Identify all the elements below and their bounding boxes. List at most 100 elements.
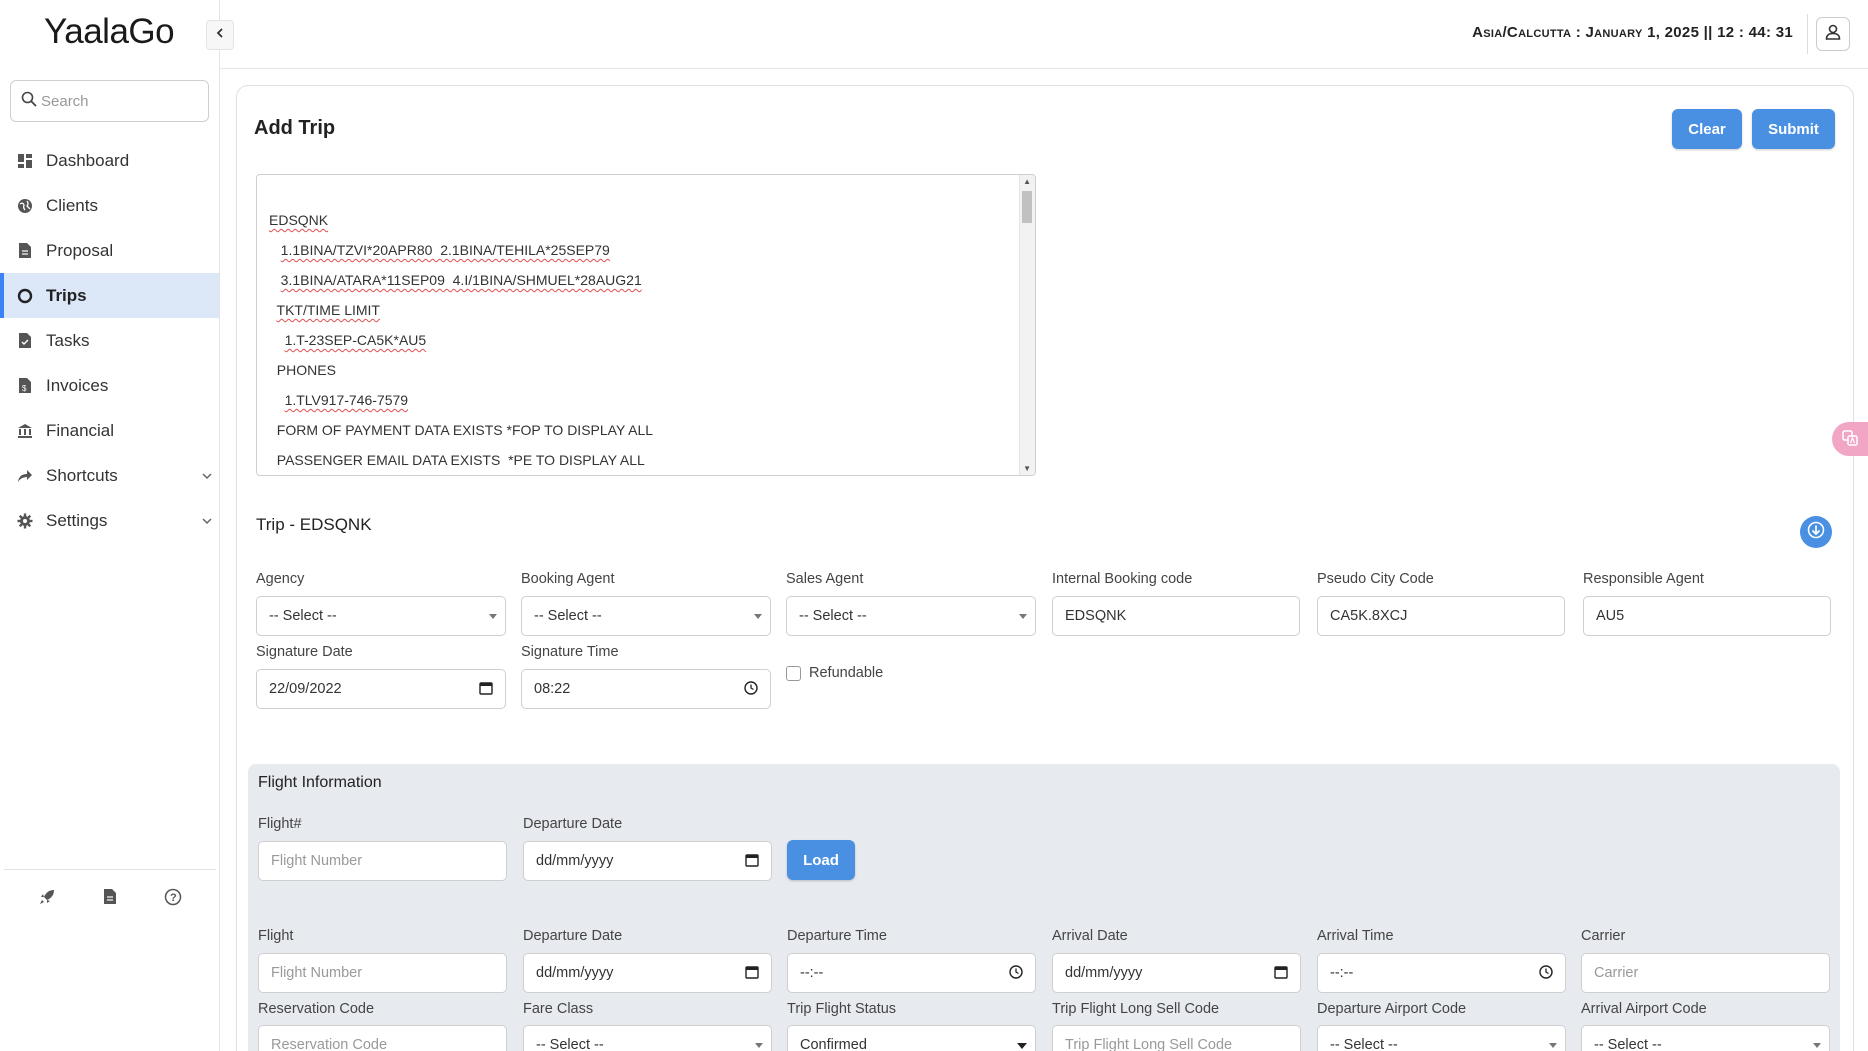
departure-time-input[interactable]: --:--: [787, 953, 1036, 993]
departure-date-label: Departure Date: [523, 928, 623, 944]
booking-agent-label: Booking Agent: [521, 571, 615, 587]
globe-icon: [16, 197, 34, 215]
pnr-line: FORM OF PAYMENT DATA EXISTS *FOP TO DISP…: [276, 422, 654, 438]
flight-label: Flight: [258, 928, 294, 944]
sidebar-item-proposal[interactable]: Proposal: [0, 228, 219, 273]
sidebar-item-label: Financial: [46, 420, 115, 440]
caret-down-icon: [1017, 1043, 1027, 1049]
sidebar-item-clients[interactable]: Clients: [0, 183, 219, 228]
trip-flight-status-select[interactable]: Confirmed: [787, 1025, 1036, 1051]
responsible-agent-field[interactable]: AU5: [1583, 596, 1831, 636]
scroll-down-icon[interactable]: ▼: [1023, 464, 1031, 473]
departure-date-input[interactable]: dd/mm/yyyy: [523, 953, 772, 993]
clock-icon[interactable]: [744, 681, 758, 699]
calendar-icon[interactable]: [745, 965, 759, 983]
app-logo[interactable]: YaalaGo: [44, 12, 175, 52]
pnr-line: PHONES: [276, 362, 336, 378]
sidebar-item-shortcuts[interactable]: Shortcuts: [0, 453, 219, 498]
pnr-textarea[interactable]: EDSQNK 1.1BINA/TZVI*20APR80 2.1BINA/TEHI…: [256, 174, 1036, 476]
clock-icon[interactable]: [1539, 965, 1553, 983]
arrival-time-label: Arrival Time: [1317, 928, 1394, 944]
pnr-line: TKT/TIME LIMIT: [276, 302, 380, 318]
load-flight-button[interactable]: Load: [787, 840, 855, 880]
date-placeholder: dd/mm/yyyy: [536, 853, 614, 869]
svg-text:?: ?: [170, 892, 177, 904]
expand-trip-button[interactable]: [1800, 516, 1832, 548]
bank-icon: [16, 422, 34, 440]
flight-number-input[interactable]: Flight Number: [258, 953, 507, 993]
sidebar-item-trips[interactable]: Trips: [0, 273, 219, 318]
caret-down-icon: [755, 1043, 763, 1048]
sidebar-item-invoices[interactable]: $ Invoices: [0, 363, 219, 408]
sidebar-item-tasks[interactable]: Tasks: [0, 318, 219, 363]
pnr-line: 1.1BINA/TZVI*20APR80 2.1BINA/TEHILA*25SE…: [280, 242, 610, 258]
sidebar-item-label: Tasks: [46, 330, 90, 350]
calendar-icon[interactable]: [479, 681, 493, 699]
sidebar-item-label: Settings: [46, 510, 108, 530]
sidebar-item-label: Dashboard: [46, 150, 130, 170]
caret-down-icon: [1549, 1043, 1557, 1048]
date-placeholder: dd/mm/yyyy: [1065, 965, 1143, 981]
clock-icon[interactable]: [1009, 965, 1023, 983]
scroll-thumb[interactable]: [1022, 191, 1032, 223]
sidebar-item-dashboard[interactable]: Dashboard: [0, 138, 219, 183]
divider: [1807, 14, 1808, 54]
internal-booking-code-label: Internal Booking code: [1052, 571, 1193, 587]
calendar-icon[interactable]: [1274, 965, 1288, 983]
pnr-line: 1.T-23SEP-CA5K*AU5: [284, 332, 427, 348]
agency-value: -- Select --: [269, 608, 337, 624]
time-placeholder: --:--: [1330, 965, 1354, 981]
long-sell-code-input[interactable]: Trip Flight Long Sell Code: [1052, 1025, 1301, 1051]
fare-class-value: -- Select --: [536, 1037, 604, 1051]
collapse-sidebar-button[interactable]: [206, 20, 234, 50]
sidebar-item-label: Proposal: [46, 240, 114, 260]
textarea-scrollbar[interactable]: ▲ ▼: [1019, 175, 1035, 475]
carrier-input[interactable]: Carrier: [1581, 953, 1830, 993]
rocket-icon[interactable]: [38, 888, 56, 911]
page-title: Add Trip: [254, 117, 336, 139]
flight-number-lookup-input[interactable]: Flight Number: [258, 841, 507, 881]
signature-time-field[interactable]: 08:22: [521, 669, 771, 709]
departure-airport-code-select[interactable]: -- Select --: [1317, 1025, 1566, 1051]
signature-date-field[interactable]: 22/09/2022: [256, 669, 506, 709]
responsible-agent-label: Responsible Agent: [1583, 571, 1704, 587]
arrival-time-input[interactable]: --:--: [1317, 953, 1566, 993]
user-menu-button[interactable]: [1816, 17, 1850, 51]
pnr-line: PASSENGER EMAIL DATA EXISTS *PE TO DISPL…: [276, 452, 645, 468]
sidebar-item-label: Trips: [46, 285, 87, 305]
date-placeholder: dd/mm/yyyy: [536, 965, 614, 981]
file-icon[interactable]: [103, 888, 117, 911]
svg-text:$: $: [22, 384, 27, 393]
search-input[interactable]: [41, 92, 191, 110]
fare-class-label: Fare Class: [523, 1001, 594, 1017]
sidebar-item-financial[interactable]: Financial: [0, 408, 219, 453]
share-icon: [16, 467, 34, 485]
sales-agent-select[interactable]: -- Select --: [786, 596, 1036, 636]
reservation-code-input[interactable]: Reservation Code: [258, 1025, 507, 1051]
calendar-icon[interactable]: [745, 853, 759, 871]
lookup-departure-date-input[interactable]: dd/mm/yyyy: [523, 841, 772, 881]
fare-class-select[interactable]: -- Select --: [523, 1025, 772, 1051]
chevron-down-icon: [201, 467, 213, 487]
caret-down-icon: [1019, 614, 1027, 619]
help-icon[interactable]: ?: [164, 888, 182, 911]
sidebar-item-label: Shortcuts: [46, 465, 118, 485]
arrival-airport-value: -- Select --: [1594, 1037, 1662, 1051]
departure-airport-code-label: Departure Airport Code: [1317, 1001, 1467, 1017]
scroll-up-icon[interactable]: ▲: [1023, 177, 1031, 186]
booking-agent-select[interactable]: -- Select --: [521, 596, 771, 636]
gear-icon: [16, 512, 34, 530]
translate-extension-tab[interactable]: [1832, 422, 1868, 456]
agency-select[interactable]: -- Select --: [256, 596, 506, 636]
submit-button[interactable]: Submit: [1752, 109, 1835, 149]
internal-booking-code-field[interactable]: EDSQNK: [1052, 596, 1300, 636]
pseudo-city-code-field[interactable]: CA5K.8XCJ: [1317, 596, 1565, 636]
arrival-airport-code-select[interactable]: -- Select --: [1581, 1025, 1830, 1051]
clear-button[interactable]: Clear: [1672, 109, 1742, 149]
trip-section-title: Trip - EDSQNK: [256, 515, 372, 534]
arrival-date-input[interactable]: dd/mm/yyyy: [1052, 953, 1301, 993]
refundable-checkbox[interactable]: [786, 666, 801, 681]
search-box[interactable]: [10, 80, 209, 122]
trip-flight-status-label: Trip Flight Status: [787, 1001, 897, 1017]
sidebar-item-settings[interactable]: Settings: [0, 498, 219, 543]
